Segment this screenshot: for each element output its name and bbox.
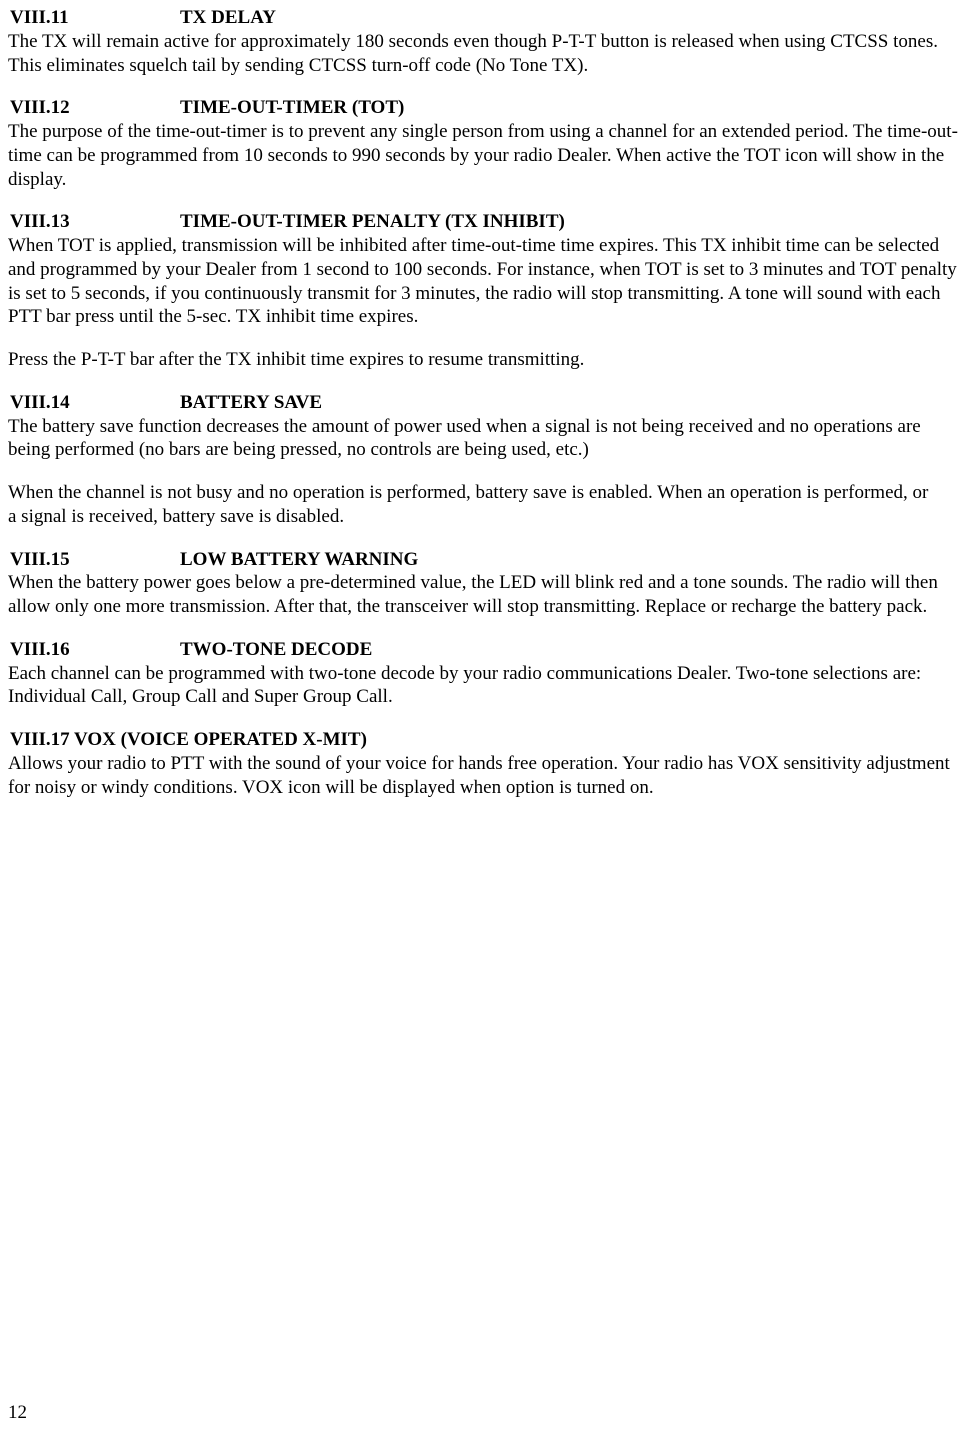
body-text: The TX will remain active for approximat… [8,30,965,54]
body-text: When the battery power goes below a pre-… [8,571,965,619]
section-title: TIME-OUT-TIMER PENALTY (TX INHIBIT) [180,211,565,232]
section-number: VIII.16 [8,638,180,662]
section-heading: VIII.17 VOX (VOICE OPERATED X-MIT) [8,728,965,752]
section-number: VIII.13 [8,210,180,234]
section-title: TWO-TONE DECODE [180,639,372,660]
body-text: The purpose of the time-out-timer is to … [8,120,965,191]
section-number: VIII.11 [8,6,180,30]
section-heading: VIII.11TX DELAY [8,6,965,30]
section-heading: VIII.14BATTERY SAVE [8,391,965,415]
body-text: Allows your radio to PTT with the sound … [8,752,965,800]
body-text: This eliminates squelch tail by sending … [8,54,965,78]
section-heading: VIII.12TIME-OUT-TIMER (TOT) [8,96,965,120]
body-text: The battery save function decreases the … [8,415,965,463]
section-title: TX DELAY [180,7,276,28]
body-text: When TOT is applied, transmission will b… [8,234,965,305]
body-text: When the channel is not busy and no oper… [8,481,965,505]
section-number: VIII.12 [8,96,180,120]
section-heading: VIII.15LOW BATTERY WARNING [8,548,965,572]
section-number: VIII.14 [8,391,180,415]
section-heading: VIII.16TWO-TONE DECODE [8,638,965,662]
section-title: LOW BATTERY WARNING [180,549,418,570]
body-text: Each channel can be programmed with two-… [8,662,965,710]
body-text: a signal is received, battery save is di… [8,505,965,529]
section-title: TIME-OUT-TIMER (TOT) [180,97,404,118]
body-text: PTT bar press until the 5-sec. TX inhibi… [8,305,965,329]
section-number: VIII.15 [8,548,180,572]
section-heading: VIII.13TIME-OUT-TIMER PENALTY (TX INHIBI… [8,210,965,234]
body-text: Press the P-T-T bar after the TX inhibit… [8,348,965,372]
section-title: BATTERY SAVE [180,392,322,413]
page-number: 12 [8,1401,27,1425]
